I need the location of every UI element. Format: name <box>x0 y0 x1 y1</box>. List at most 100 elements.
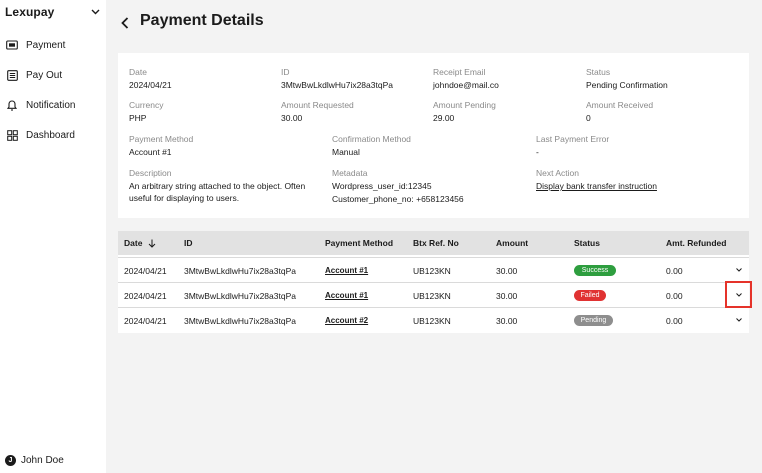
cell-date: 2024/04/21 <box>124 266 167 276</box>
column-header-id: ID <box>184 238 193 248</box>
sidebar-item-label: Payment <box>26 39 66 51</box>
chevron-down-icon[interactable] <box>89 6 101 18</box>
sidebar-item-label: Notification <box>26 99 76 111</box>
status-badge: Success <box>574 265 616 276</box>
dashboard-icon <box>6 129 18 141</box>
field-label: Description <box>129 168 172 178</box>
field-value: Customer_phone_no: +658123456 <box>332 194 464 204</box>
detail-last-payment-error: Last Payment Error - <box>536 133 609 159</box>
sidebar-nav: Payment Pay Out Notification Dashboard <box>6 30 75 150</box>
sidebar-item-dashboard[interactable]: Dashboard <box>6 120 75 150</box>
field-label: Currency <box>129 100 164 110</box>
cell-amt-refunded: 0.00 <box>666 291 683 301</box>
brand-name: Lexupay <box>5 5 55 19</box>
cell-payment-method-link[interactable]: Account #1 <box>325 290 368 302</box>
cell-btx-ref: UB123KN <box>413 291 451 301</box>
cell-btx-ref: UB123KN <box>413 316 451 326</box>
column-header-date[interactable]: Date <box>124 237 156 249</box>
sidebar-item-payout[interactable]: Pay Out <box>6 60 75 90</box>
field-value: johndoe@mail.co <box>433 80 499 90</box>
detail-date: Date 2024/04/21 <box>129 66 172 92</box>
table-row: 2024/04/21 3MtwBwLkdlwHu7ix28a3tqPa Acco… <box>118 282 749 307</box>
cell-amount: 30.00 <box>496 316 518 326</box>
chevron-down-icon[interactable] <box>734 265 744 275</box>
field-value: Pending Confirmation <box>586 80 668 90</box>
cell-id: 3MtwBwLkdlwHu7ix28a3tqPa <box>184 316 296 326</box>
cell-payment-method-link[interactable]: Account #1 <box>325 265 368 277</box>
table-header: Date ID Payment Method Btx Ref. No Amoun… <box>118 231 749 255</box>
cell-id: 3MtwBwLkdlwHu7ix28a3tqPa <box>184 266 296 276</box>
field-value: PHP <box>129 113 147 123</box>
arrow-down-icon <box>149 239 156 248</box>
detail-next-action: Next Action Display bank transfer instru… <box>536 167 657 193</box>
cell-date: 2024/04/21 <box>124 291 167 301</box>
field-value: - <box>536 147 539 157</box>
field-value: Manual <box>332 147 360 157</box>
cell-amount: 30.00 <box>496 291 518 301</box>
cell-btx-ref: UB123KN <box>413 266 451 276</box>
column-header-btx-ref: Btx Ref. No <box>413 238 459 248</box>
highlight-box <box>725 281 752 308</box>
cell-date: 2024/04/21 <box>124 316 167 326</box>
detail-payment-method: Payment Method Account #1 <box>129 133 193 159</box>
cell-payment-method-link[interactable]: Account #2 <box>325 315 368 327</box>
field-label: Date <box>129 67 147 77</box>
sidebar: Lexupay Payment Pay Out Notification Das… <box>0 0 106 473</box>
field-value: 3MtwBwLkdlwHu7ix28a3tqPa <box>281 80 393 90</box>
field-label: Last Payment Error <box>536 134 610 144</box>
status-badge: Failed <box>574 290 606 301</box>
field-label: Metadata <box>332 168 368 178</box>
detail-description: Description An arbitrary string attached… <box>129 167 319 204</box>
payout-icon <box>6 69 18 81</box>
field-label: ID <box>281 67 290 77</box>
cell-amt-refunded: 0.00 <box>666 266 683 276</box>
sidebar-item-payment[interactable]: Payment <box>6 30 75 60</box>
back-button[interactable] <box>117 14 133 32</box>
chevron-left-icon <box>121 17 129 29</box>
transactions-table: Date ID Payment Method Btx Ref. No Amoun… <box>118 231 749 333</box>
detail-metadata: Metadata Wordpress_user_id:12345 Custome… <box>332 167 464 206</box>
sidebar-item-notification[interactable]: Notification <box>6 90 75 120</box>
field-label: Payment Method <box>129 134 194 144</box>
user-name: John Doe <box>21 455 64 466</box>
field-value: 29.00 <box>433 113 455 123</box>
display-bank-transfer-link[interactable]: Display bank transfer instruction <box>536 180 657 193</box>
user-profile[interactable]: J John Doe <box>5 455 64 466</box>
field-label: Amount Requested <box>281 100 354 110</box>
cell-id: 3MtwBwLkdlwHu7ix28a3tqPa <box>184 291 296 301</box>
cell-amount: 30.00 <box>496 266 518 276</box>
column-header-payment-method: Payment Method <box>325 238 394 248</box>
detail-amount-received: Amount Received 0 <box>586 99 653 125</box>
detail-amount-pending: Amount Pending 29.00 <box>433 99 496 125</box>
field-label: Amount Received <box>586 100 654 110</box>
bell-icon <box>6 99 18 111</box>
field-label: Confirmation Method <box>332 134 411 144</box>
field-label: Status <box>586 67 611 77</box>
table-row: 2024/04/21 3MtwBwLkdlwHu7ix28a3tqPa Acco… <box>118 257 749 282</box>
detail-status: Status Pending Confirmation <box>586 66 668 92</box>
field-value: 0 <box>586 113 591 123</box>
sidebar-item-label: Dashboard <box>26 129 75 141</box>
payment-details-card: Date 2024/04/21 ID 3MtwBwLkdlwHu7ix28a3t… <box>118 53 749 218</box>
field-label: Amount Pending <box>433 100 496 110</box>
field-label: Receipt Email <box>433 67 486 77</box>
column-header-amount: Amount <box>496 238 529 248</box>
detail-receipt-email: Receipt Email johndoe@mail.co <box>433 66 499 92</box>
detail-id: ID 3MtwBwLkdlwHu7ix28a3tqPa <box>281 66 393 92</box>
chevron-down-icon[interactable] <box>734 315 744 325</box>
table-row: 2024/04/21 3MtwBwLkdlwHu7ix28a3tqPa Acco… <box>118 307 749 332</box>
field-value: Account #1 <box>129 147 172 157</box>
field-label: Next Action <box>536 168 579 178</box>
field-value: An arbitrary string attached to the obje… <box>129 181 306 203</box>
column-header-amt-refunded: Amt. Refunded <box>666 238 727 248</box>
field-value: Wordpress_user_id:12345 <box>332 181 432 191</box>
page-title: Payment Details <box>140 12 264 29</box>
payment-icon <box>6 39 18 51</box>
sidebar-item-label: Pay Out <box>26 69 63 81</box>
detail-confirmation-method: Confirmation Method Manual <box>332 133 411 159</box>
field-value: 30.00 <box>281 113 303 123</box>
cell-amt-refunded: 0.00 <box>666 316 683 326</box>
brand-switcher[interactable]: Lexupay <box>5 4 101 20</box>
status-badge: Pending <box>574 315 613 326</box>
avatar: J <box>5 455 16 466</box>
